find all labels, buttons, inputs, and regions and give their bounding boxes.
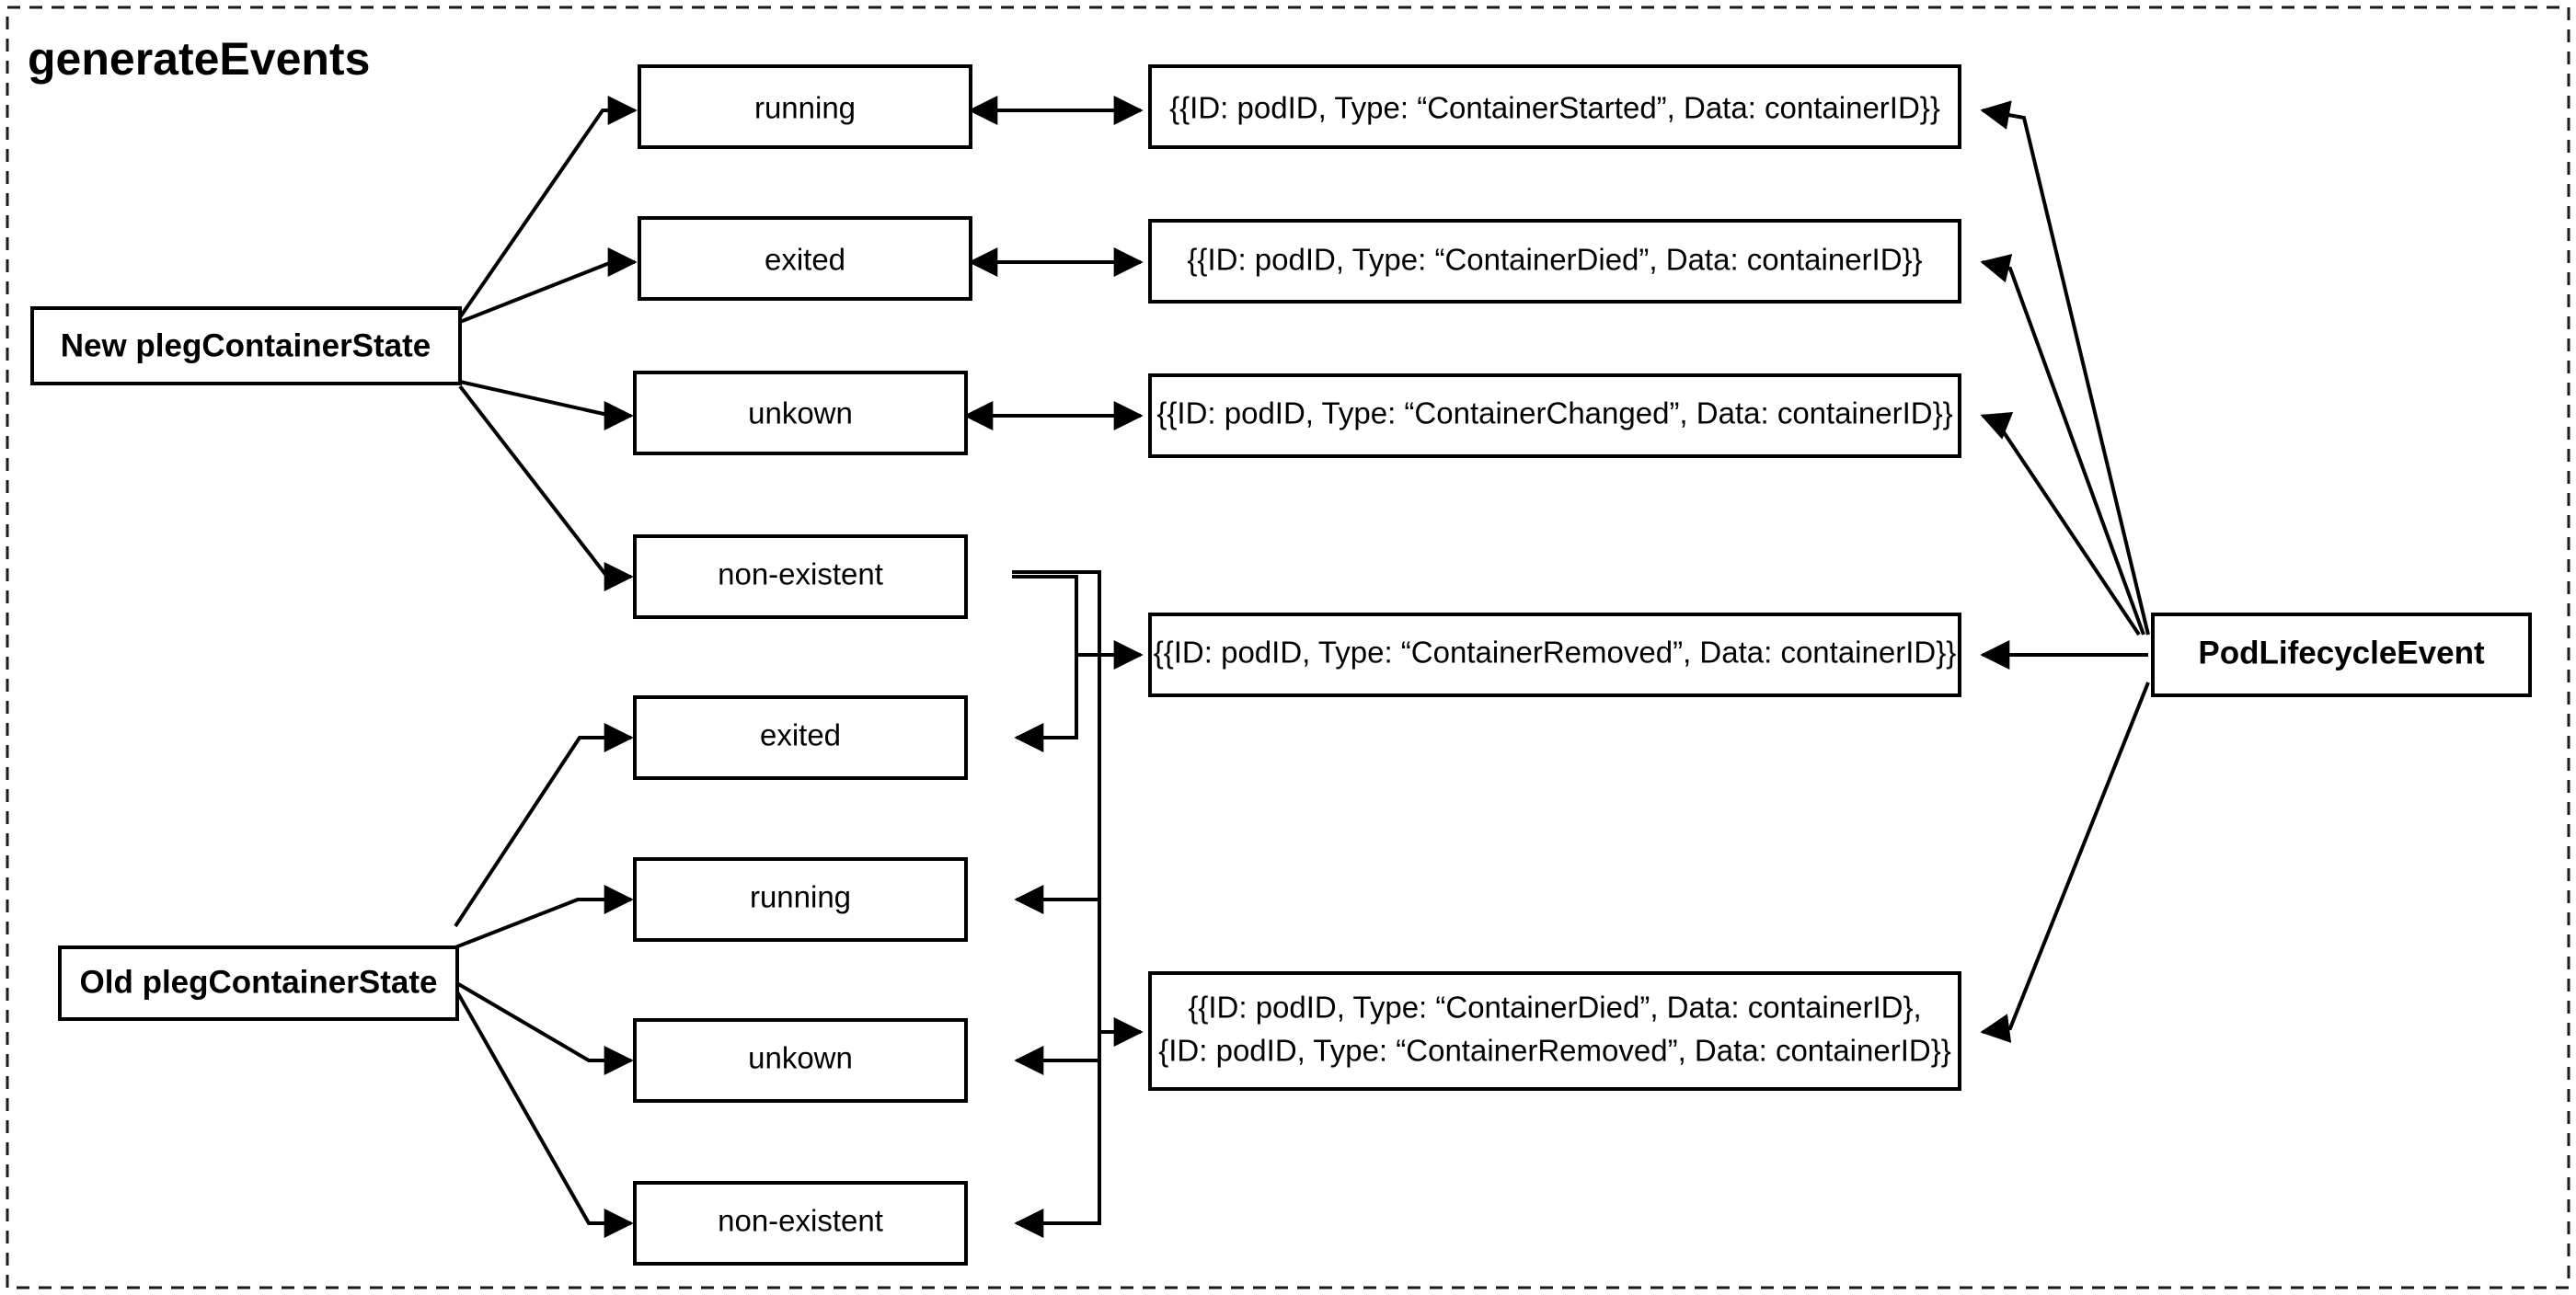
new-exited-label: exited — [765, 243, 845, 277]
node-new-non-existent[interactable]: non-existent — [633, 534, 968, 619]
edge-trunk-to-died-removed-event — [1098, 655, 1144, 1047]
edge-new-to-unkown — [459, 380, 634, 430]
new-running-label: running — [754, 91, 856, 125]
node-new-unkown[interactable]: unkown — [633, 371, 968, 455]
event-container-died-removed-line-2: {ID: podID, Type: “ContainerRemoved”, Da… — [1158, 1034, 1951, 1068]
diagram-canvas: generateEvents New plegContainerState Ol… — [0, 0, 2576, 1295]
node-event-container-changed[interactable]: {{ID: podID, Type: “ContainerChanged”, D… — [1148, 373, 1961, 458]
pod-lifecycle-event-label: PodLifecycleEvent — [2198, 635, 2485, 670]
generate-events-diagram: generateEvents New plegContainerState Ol… — [6, 6, 2570, 1289]
node-event-container-died[interactable]: {{ID: podID, Type: “ContainerDied”, Data… — [1148, 219, 1961, 304]
old-running-label: running — [750, 880, 851, 914]
edge-removed-bus-to-old-exited — [1012, 575, 1078, 752]
edges-old-state-fanout — [454, 723, 634, 1238]
old-exited-label: exited — [760, 718, 841, 752]
old-pleg-container-state-label: Old plegContainerState — [80, 964, 438, 1000]
event-container-changed-label: {{ID: podID, Type: “ContainerChanged”, D… — [1156, 396, 1952, 430]
node-new-running[interactable]: running — [638, 64, 972, 149]
event-container-removed-label: {{ID: podID, Type: “ContainerRemoved”, D… — [1154, 636, 1957, 670]
node-old-non-existent[interactable]: non-existent — [633, 1181, 968, 1266]
edges-state-event-bidirectional — [963, 96, 1144, 430]
node-new-pleg-container-state[interactable]: New plegContainerState — [30, 306, 462, 385]
new-unkown-label: unkown — [748, 396, 853, 430]
node-old-exited[interactable]: exited — [633, 695, 968, 780]
node-old-pleg-container-state[interactable]: Old plegContainerState — [58, 945, 459, 1021]
node-old-unkown[interactable]: unkown — [633, 1018, 968, 1103]
event-container-died-label: {{ID: podID, Type: “ContainerDied”, Data… — [1187, 243, 1922, 277]
node-event-container-removed[interactable]: {{ID: podID, Type: “ContainerRemoved”, D… — [1148, 613, 1961, 697]
event-container-started-label: {{ID: podID, Type: “ContainerStarted”, D… — [1169, 91, 1940, 125]
node-event-container-started[interactable]: {{ID: podID, Type: “ContainerStarted”, D… — [1148, 64, 1961, 149]
node-old-running[interactable]: running — [633, 857, 968, 942]
edges-podlifecycleevent-fanout — [1980, 100, 2150, 1043]
edge-ple-to-containerdied — [1980, 254, 2145, 636]
node-new-exited[interactable]: exited — [638, 216, 972, 301]
edges-middle-bus — [1012, 570, 1144, 1238]
edge-new-to-exited — [459, 247, 638, 324]
new-pleg-container-state-label: New plegContainerState — [61, 327, 431, 363]
edge-old-to-non-existent — [454, 988, 634, 1238]
node-pod-lifecycle-event[interactable]: PodLifecycleEvent — [2151, 613, 2532, 697]
edges-new-state-fanout — [458, 96, 638, 591]
old-non-existent-label: non-existent — [718, 1204, 883, 1238]
old-unkown-label: unkown — [748, 1041, 853, 1075]
edge-ple-to-containerstarted — [1980, 100, 2150, 636]
node-event-container-died-removed[interactable]: {{ID: podID, Type: “ContainerDied”, Data… — [1148, 971, 1961, 1091]
edge-ple-to-containerchanged — [1980, 412, 2141, 636]
page-title: generateEvents — [28, 33, 370, 85]
edge-old-to-unkown — [454, 980, 634, 1075]
new-non-existent-label: non-existent — [718, 557, 883, 591]
edge-new-non-existent-to-bus — [1012, 570, 1101, 655]
event-container-died-removed-line-1: {{ID: podID, Type: “ContainerDied”, Data… — [1188, 991, 1921, 1025]
edge-old-to-running — [454, 885, 634, 949]
edge-ple-to-died-removed — [1980, 682, 2150, 1043]
